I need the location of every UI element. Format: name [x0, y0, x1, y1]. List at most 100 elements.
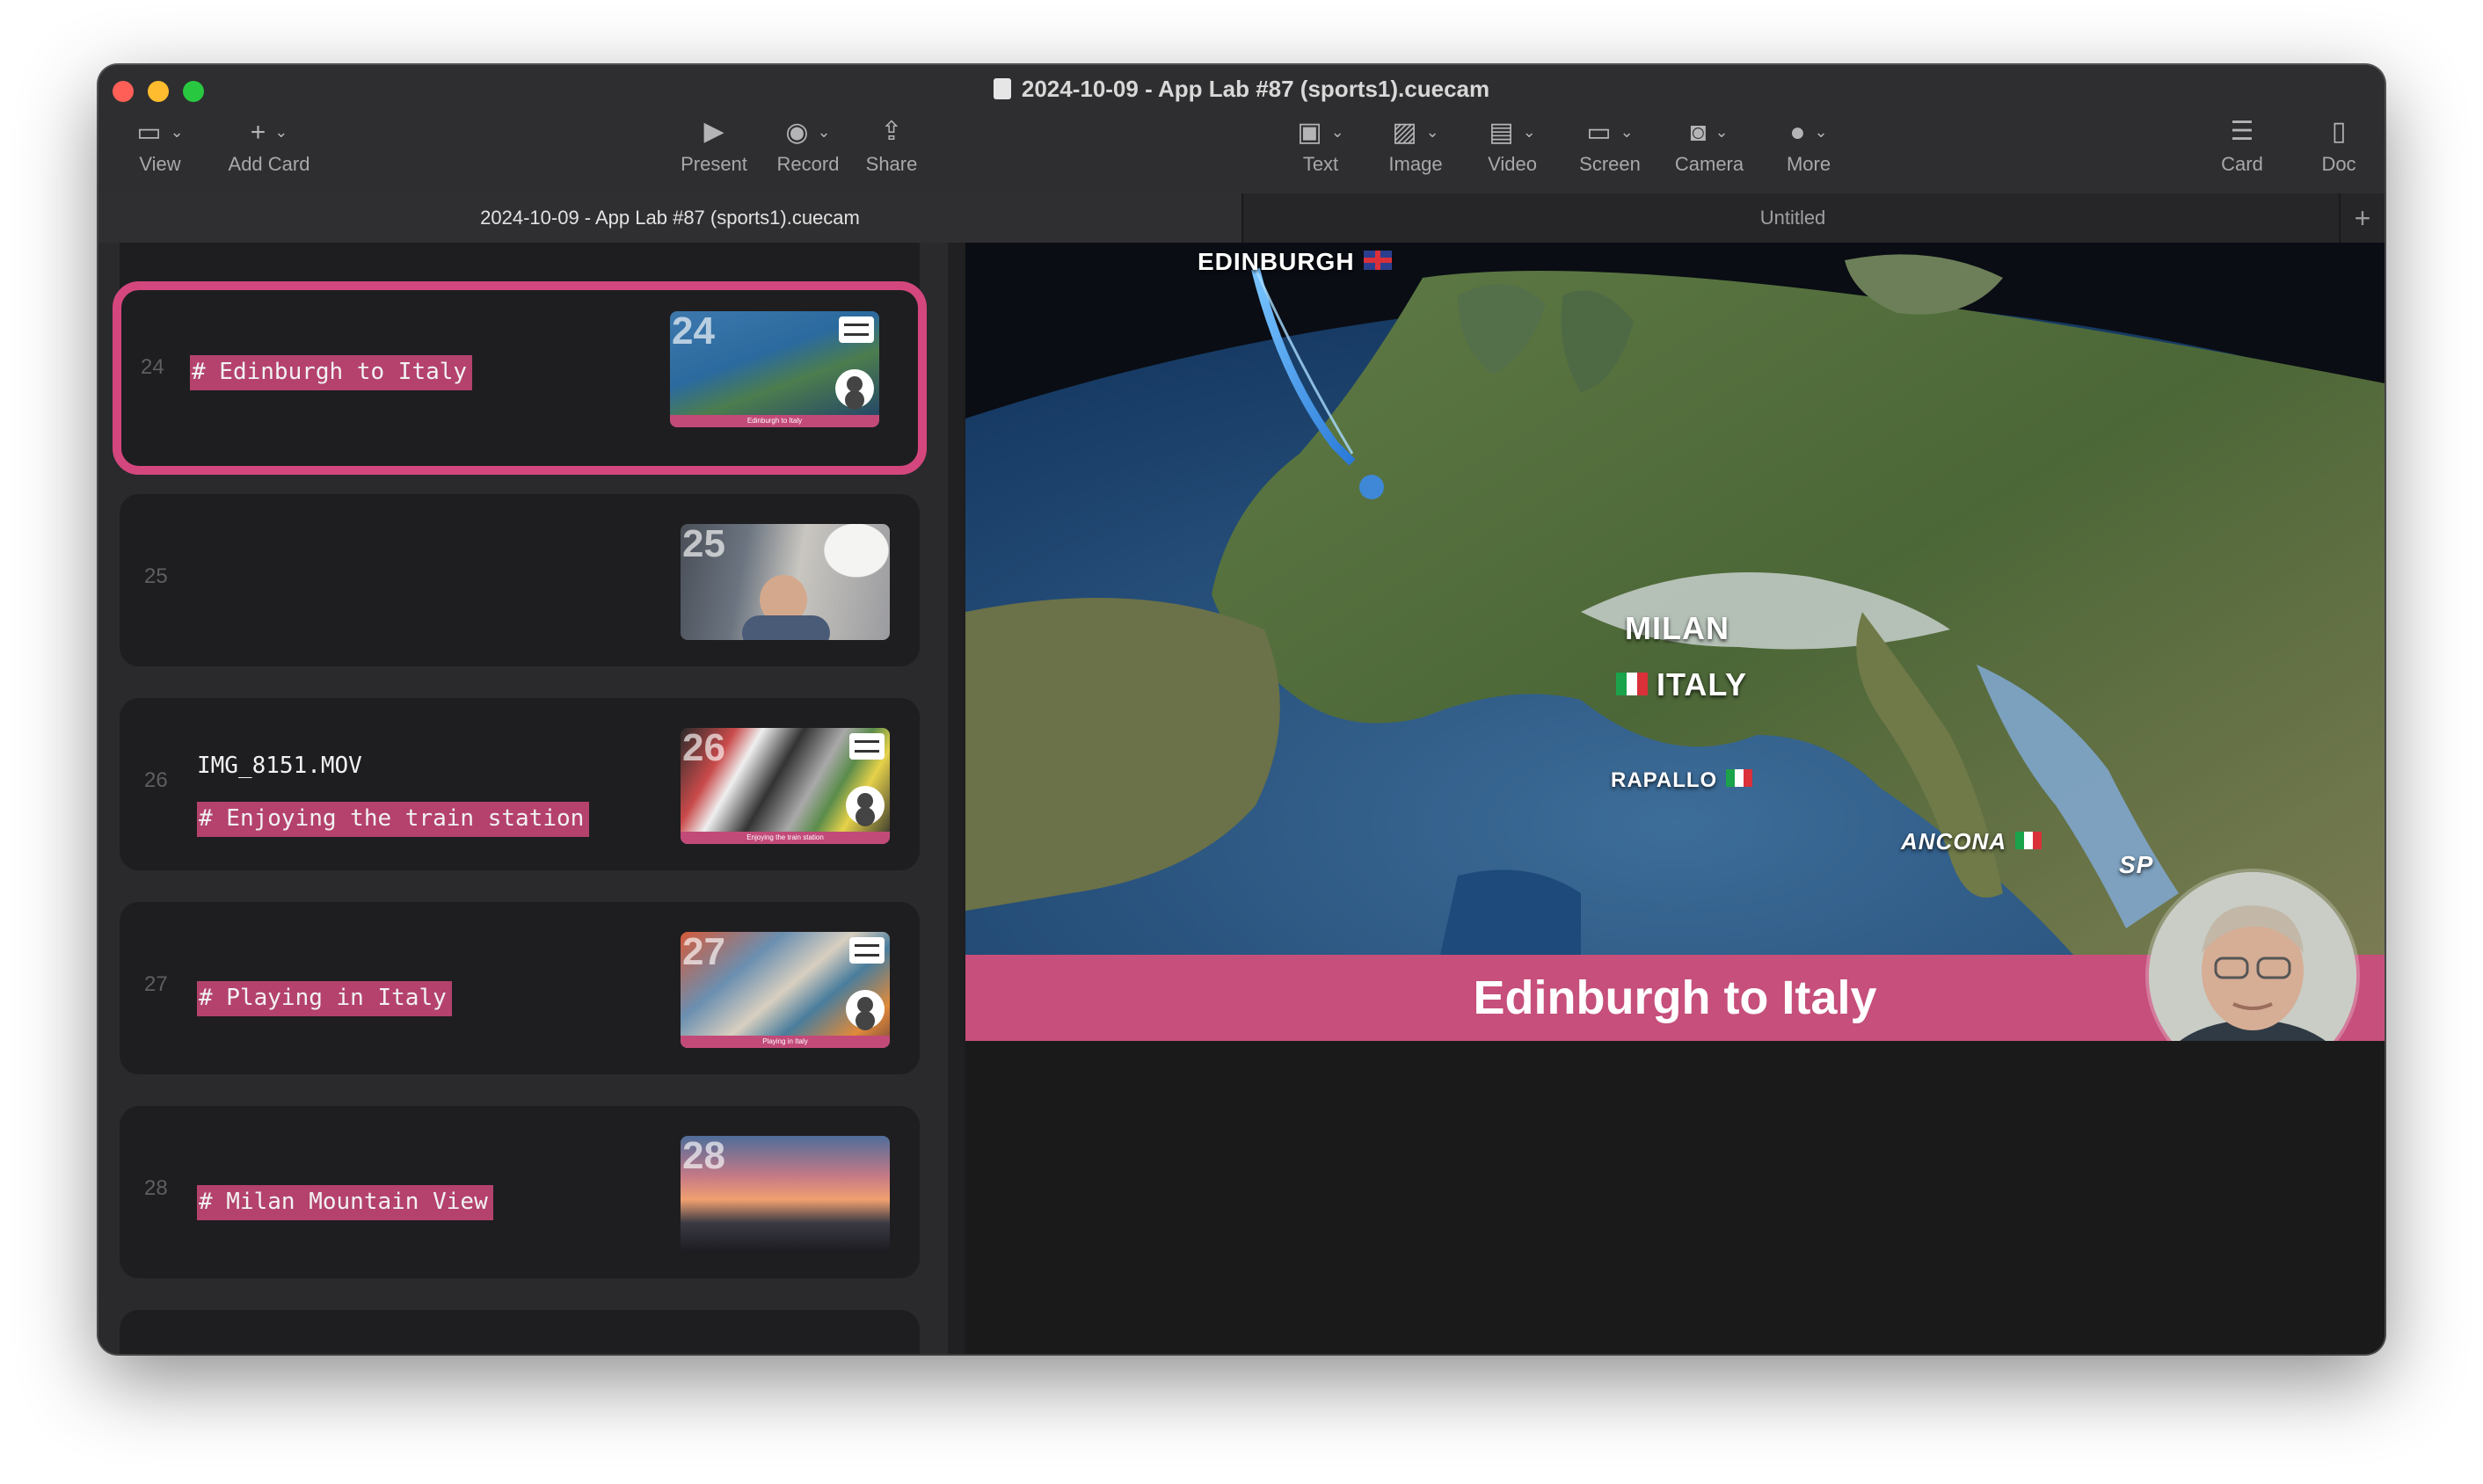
- add-tab-icon[interactable]: +: [2339, 193, 2385, 243]
- card-number: 25: [144, 564, 168, 588]
- camera-icon: ◙ ⌄: [1690, 118, 1729, 147]
- thumbnail-number: 26: [682, 728, 725, 769]
- add-card-label: Add Card: [228, 153, 310, 175]
- italy-flag-icon: [2015, 832, 2042, 849]
- card-28[interactable]: 28 # Milan Mountain View 28: [120, 1106, 920, 1278]
- camera-label: Camera: [1674, 153, 1744, 175]
- doc-button[interactable]: ▯ Doc: [2297, 114, 2381, 176]
- map-label-rapallo: RAPALLO: [1611, 768, 1753, 793]
- sidebar-icon: ▭ ⌄: [136, 118, 184, 147]
- thumbnail-caption: Edinburgh to Italy: [670, 415, 879, 427]
- italy-flag-icon: [1726, 769, 1753, 787]
- card-heading-text: # Enjoying the train station: [197, 802, 590, 837]
- more-icon: ● ⌄: [1789, 118, 1828, 147]
- present-label: Present: [681, 153, 747, 175]
- preview-caption: Edinburgh to Italy: [1473, 971, 1877, 1024]
- play-icon: ▶: [703, 117, 725, 146]
- map-globe: [965, 243, 2385, 955]
- map-label-sp: SP: [2119, 851, 2154, 878]
- document-icon: [993, 78, 1011, 99]
- card-heading-text: # Milan Mountain View: [197, 1185, 493, 1220]
- screen-icon: ▭ ⌄: [1586, 118, 1634, 147]
- text-button[interactable]: ▣ ⌄ Text: [1284, 114, 1358, 176]
- card-24[interactable]: 24 # Edinburgh to Italy 24 Edinburgh to …: [113, 281, 927, 475]
- card-25[interactable]: 25 25: [120, 494, 920, 666]
- tab-document[interactable]: 2024-10-09 - App Lab #87 (sports1).cueca…: [98, 193, 1243, 243]
- card-list[interactable]: 24 # Edinburgh to Italy 24 Edinburgh to …: [98, 243, 948, 1354]
- child-body: [742, 615, 830, 640]
- thumbnail-caption: Playing in Italy: [681, 1036, 890, 1048]
- preview-stage[interactable]: EDINBURGH MILAN ITALY RAPALLO ANCONA SP …: [965, 243, 2385, 1041]
- film-icon: [849, 937, 885, 964]
- card-heading: # Milan Mountain View: [197, 1185, 493, 1220]
- edinburgh-text: EDINBURGH: [1198, 248, 1355, 275]
- window-title-text: 2024-10-09 - App Lab #87 (sports1).cueca…: [1021, 76, 1490, 102]
- map-label-ancona: ANCONA: [1901, 828, 2042, 855]
- video-label: Video: [1488, 153, 1537, 175]
- thumbnail-number: 24: [672, 311, 715, 353]
- add-card-button[interactable]: + ⌄ Add Card: [208, 114, 331, 176]
- preview-pane: EDINBURGH MILAN ITALY RAPALLO ANCONA SP …: [965, 243, 2385, 1354]
- doc-icon: ▯: [2331, 117, 2347, 146]
- person-icon: [846, 786, 885, 825]
- card-heading: # Enjoying the train station: [197, 802, 590, 837]
- image-icon: ▨ ⌄: [1392, 118, 1439, 147]
- card-thumbnail[interactable]: 26 Enjoying the train station: [681, 728, 890, 844]
- camera-button[interactable]: ◙ ⌄ Camera: [1657, 114, 1762, 176]
- record-button[interactable]: ◉ ⌄ Record: [760, 114, 856, 176]
- card-filename: IMG_8151.MOV: [197, 753, 362, 779]
- map-label-italy: ITALY: [1616, 666, 1747, 703]
- ancona-text: ANCONA: [1901, 828, 2007, 855]
- share-icon: ⇪: [880, 117, 903, 146]
- tab-bar: 2024-10-09 - App Lab #87 (sports1).cueca…: [98, 193, 2385, 243]
- thumbnail-number: 25: [682, 524, 725, 565]
- image-button[interactable]: ▨ ⌄ Image: [1373, 114, 1458, 176]
- card-heading: # Playing in Italy: [197, 981, 452, 1016]
- card-number: 28: [144, 1176, 168, 1200]
- view-button[interactable]: ▭ ⌄ View: [125, 114, 195, 176]
- app-window: 2024-10-09 - App Lab #87 (sports1).cueca…: [98, 65, 2385, 1354]
- more-label: More: [1786, 153, 1831, 175]
- video-button[interactable]: ▤ ⌄ Video: [1470, 114, 1555, 176]
- text-icon: ▣ ⌄: [1297, 118, 1344, 147]
- card-27[interactable]: 27 # Playing in Italy 27 Playing in Ital…: [120, 902, 920, 1074]
- card-thumbnail[interactable]: 24 Edinburgh to Italy: [670, 311, 879, 427]
- italy-flag-icon: [1616, 673, 1648, 695]
- sidebar-scrollbar[interactable]: [948, 243, 964, 1354]
- tab-untitled[interactable]: Untitled: [1243, 193, 2342, 243]
- person-icon: [835, 369, 874, 408]
- uk-flag-icon: [1363, 251, 1392, 270]
- thumbnail-number: 28: [682, 1136, 725, 1177]
- film-icon: [849, 733, 885, 760]
- map-label-milan: MILAN: [1625, 610, 1729, 646]
- card-heading-text: # Edinburgh to Italy: [190, 355, 473, 390]
- share-button[interactable]: ⇪ Share: [848, 114, 936, 176]
- card-heading: # Edinburgh to Italy: [190, 355, 473, 390]
- window-title: 2024-10-09 - App Lab #87 (sports1).cueca…: [98, 76, 2385, 103]
- thumbnail-caption: Enjoying the train station: [681, 832, 890, 844]
- italy-text: ITALY: [1657, 666, 1748, 702]
- card-heading-text: # Playing in Italy: [197, 981, 452, 1016]
- screen-label: Screen: [1579, 153, 1641, 175]
- card-button[interactable]: ☰ Card: [2200, 114, 2284, 176]
- toolbar: 2024-10-09 - App Lab #87 (sports1).cueca…: [98, 65, 2385, 193]
- text-label: Text: [1302, 153, 1339, 175]
- person-icon: [846, 990, 885, 1029]
- rapallo-text: RAPALLO: [1611, 768, 1718, 792]
- map-label-edinburgh: EDINBURGH: [1198, 248, 1392, 276]
- doc-label: Doc: [2321, 153, 2356, 175]
- present-button[interactable]: ▶ Present: [661, 114, 767, 176]
- card-thumbnail[interactable]: 25: [681, 524, 890, 640]
- card-number: 27: [144, 972, 168, 996]
- video-icon: ▤ ⌄: [1489, 118, 1536, 147]
- card-29-partial[interactable]: [120, 1310, 920, 1354]
- card-26[interactable]: 26 IMG_8151.MOV # Enjoying the train sta…: [120, 698, 920, 870]
- card-thumbnail[interactable]: 27 Playing in Italy: [681, 932, 890, 1048]
- card-list-icon: ☰: [2230, 117, 2254, 146]
- share-label: Share: [865, 153, 918, 175]
- card-thumbnail[interactable]: 28: [681, 1136, 890, 1252]
- more-button[interactable]: ● ⌄ More: [1760, 114, 1857, 176]
- card-number: 24: [141, 355, 164, 379]
- screen-button[interactable]: ▭ ⌄ Screen: [1562, 114, 1658, 176]
- image-label: Image: [1388, 153, 1443, 175]
